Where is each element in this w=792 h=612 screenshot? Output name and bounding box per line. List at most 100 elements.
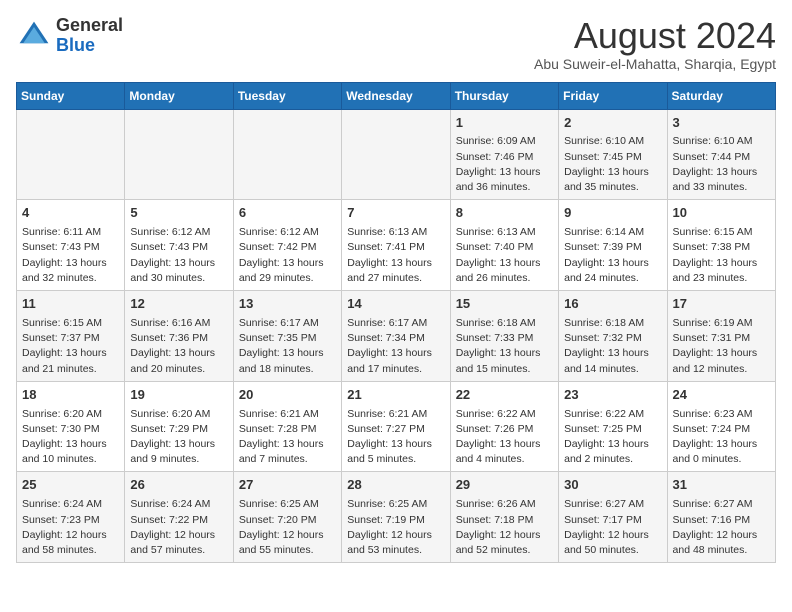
day-number: 12 bbox=[130, 295, 227, 314]
day-cell: 29 Sunrise: 6:26 AMSunset: 7:18 PMDayligh… bbox=[450, 472, 558, 563]
day-number: 23 bbox=[564, 386, 661, 405]
day-number: 3 bbox=[673, 114, 770, 133]
day-number: 26 bbox=[130, 476, 227, 495]
day-number: 14 bbox=[347, 295, 444, 314]
location-title: Abu Suweir-el-Mahatta, Sharqia, Egypt bbox=[534, 56, 776, 72]
day-cell: 11 Sunrise: 6:15 AMSunset: 7:37 PMDayligh… bbox=[17, 291, 125, 382]
day-number: 10 bbox=[673, 204, 770, 223]
day-cell: 6Sunrise: 6:12 AMSunset: 7:42 PMDaylight… bbox=[233, 200, 341, 291]
day-cell: 12 Sunrise: 6:16 AMSunset: 7:36 PMDayligh… bbox=[125, 291, 233, 382]
day-number: 1 bbox=[456, 114, 553, 133]
week-row-1: 1Sunrise: 6:09 AMSunset: 7:46 PMDaylight… bbox=[17, 109, 776, 200]
day-number: 2 bbox=[564, 114, 661, 133]
day-cell: 22Sunrise: 6:22 AMSunset: 7:26 PMDayligh… bbox=[450, 381, 558, 472]
days-header-row: SundayMondayTuesdayWednesdayThursdayFrid… bbox=[17, 82, 776, 109]
day-info: Sunrise: 6:15 AMSunset: 7:38 PMDaylight:… bbox=[673, 225, 770, 286]
day-cell: 17 Sunrise: 6:19 AMSunset: 7:31 PMDayligh… bbox=[667, 291, 775, 382]
day-number: 22 bbox=[456, 386, 553, 405]
day-cell: 15Sunrise: 6:18 AMSunset: 7:33 PMDayligh… bbox=[450, 291, 558, 382]
day-info: Sunrise: 6:17 AMSunset: 7:34 PMDaylight:… bbox=[347, 316, 444, 377]
day-info: Sunrise: 6:18 AMSunset: 7:33 PMDaylight:… bbox=[456, 316, 553, 377]
day-info: Sunrise: 6:21 AMSunset: 7:27 PMDaylight:… bbox=[347, 407, 444, 468]
day-number: 24 bbox=[673, 386, 770, 405]
day-cell: 27 Sunrise: 6:25 AMSunset: 7:20 PMDayligh… bbox=[233, 472, 341, 563]
day-cell: 30Sunrise: 6:27 AMSunset: 7:17 PMDayligh… bbox=[559, 472, 667, 563]
day-number: 25 bbox=[22, 476, 119, 495]
day-number: 16 bbox=[564, 295, 661, 314]
day-info: Sunrise: 6:24 AMSunset: 7:22 PMDaylight:… bbox=[130, 497, 227, 558]
day-info: Sunrise: 6:17 AMSunset: 7:35 PMDaylight:… bbox=[239, 316, 336, 377]
day-info: Sunrise: 6:13 AMSunset: 7:40 PMDaylight:… bbox=[456, 225, 553, 286]
day-cell bbox=[125, 109, 233, 200]
day-cell: 2Sunrise: 6:10 AMSunset: 7:45 PMDaylight… bbox=[559, 109, 667, 200]
day-cell: 13 Sunrise: 6:17 AMSunset: 7:35 PMDayligh… bbox=[233, 291, 341, 382]
day-number: 17 bbox=[673, 295, 770, 314]
day-number: 13 bbox=[239, 295, 336, 314]
day-number: 4 bbox=[22, 204, 119, 223]
day-cell: 28 Sunrise: 6:25 AMSunset: 7:19 PMDayligh… bbox=[342, 472, 450, 563]
day-info: Sunrise: 6:25 AMSunset: 7:19 PMDaylight:… bbox=[347, 497, 444, 558]
day-number: 28 bbox=[347, 476, 444, 495]
day-cell: 4 Sunrise: 6:11 AMSunset: 7:43 PMDaylight… bbox=[17, 200, 125, 291]
day-number: 19 bbox=[130, 386, 227, 405]
logo-icon bbox=[16, 18, 52, 54]
day-info: Sunrise: 6:11 AMSunset: 7:43 PMDaylight:… bbox=[22, 225, 119, 286]
calendar-table: SundayMondayTuesdayWednesdayThursdayFrid… bbox=[16, 82, 776, 564]
day-number: 18 bbox=[22, 386, 119, 405]
logo: General Blue bbox=[16, 16, 123, 56]
day-cell: 10 Sunrise: 6:15 AMSunset: 7:38 PMDayligh… bbox=[667, 200, 775, 291]
day-number: 11 bbox=[22, 295, 119, 314]
day-cell: 21Sunrise: 6:21 AMSunset: 7:27 PMDayligh… bbox=[342, 381, 450, 472]
day-info: Sunrise: 6:23 AMSunset: 7:24 PMDaylight:… bbox=[673, 407, 770, 468]
day-info: Sunrise: 6:09 AMSunset: 7:46 PMDaylight:… bbox=[456, 134, 553, 195]
day-info: Sunrise: 6:26 AMSunset: 7:18 PMDaylight:… bbox=[456, 497, 553, 558]
day-info: Sunrise: 6:15 AMSunset: 7:37 PMDaylight:… bbox=[22, 316, 119, 377]
day-info: Sunrise: 6:13 AMSunset: 7:41 PMDaylight:… bbox=[347, 225, 444, 286]
day-info: Sunrise: 6:18 AMSunset: 7:32 PMDaylight:… bbox=[564, 316, 661, 377]
day-cell: 7 Sunrise: 6:13 AMSunset: 7:41 PMDaylight… bbox=[342, 200, 450, 291]
day-info: Sunrise: 6:20 AMSunset: 7:29 PMDaylight:… bbox=[130, 407, 227, 468]
day-number: 31 bbox=[673, 476, 770, 495]
day-number: 6 bbox=[239, 204, 336, 223]
day-number: 20 bbox=[239, 386, 336, 405]
day-cell: 5 Sunrise: 6:12 AMSunset: 7:43 PMDaylight… bbox=[125, 200, 233, 291]
day-cell: 19 Sunrise: 6:20 AMSunset: 7:29 PMDayligh… bbox=[125, 381, 233, 472]
day-info: Sunrise: 6:21 AMSunset: 7:28 PMDaylight:… bbox=[239, 407, 336, 468]
logo-general: General bbox=[56, 15, 123, 35]
day-info: Sunrise: 6:20 AMSunset: 7:30 PMDaylight:… bbox=[22, 407, 119, 468]
week-row-4: 18 Sunrise: 6:20 AMSunset: 7:30 PMDayligh… bbox=[17, 381, 776, 472]
day-cell: 24 Sunrise: 6:23 AMSunset: 7:24 PMDayligh… bbox=[667, 381, 775, 472]
day-header-thursday: Thursday bbox=[450, 82, 558, 109]
day-info: Sunrise: 6:25 AMSunset: 7:20 PMDaylight:… bbox=[239, 497, 336, 558]
header: General Blue August 2024 Abu Suweir-el-M… bbox=[16, 16, 776, 72]
day-cell: 18 Sunrise: 6:20 AMSunset: 7:30 PMDayligh… bbox=[17, 381, 125, 472]
day-number: 29 bbox=[456, 476, 553, 495]
day-info: Sunrise: 6:27 AMSunset: 7:16 PMDaylight:… bbox=[673, 497, 770, 558]
week-row-3: 11 Sunrise: 6:15 AMSunset: 7:37 PMDayligh… bbox=[17, 291, 776, 382]
day-header-friday: Friday bbox=[559, 82, 667, 109]
title-area: August 2024 Abu Suweir-el-Mahatta, Sharq… bbox=[534, 16, 776, 72]
day-cell bbox=[233, 109, 341, 200]
day-info: Sunrise: 6:19 AMSunset: 7:31 PMDaylight:… bbox=[673, 316, 770, 377]
day-header-tuesday: Tuesday bbox=[233, 82, 341, 109]
day-number: 5 bbox=[130, 204, 227, 223]
day-cell: 26 Sunrise: 6:24 AMSunset: 7:22 PMDayligh… bbox=[125, 472, 233, 563]
week-row-2: 4 Sunrise: 6:11 AMSunset: 7:43 PMDaylight… bbox=[17, 200, 776, 291]
week-row-5: 25Sunrise: 6:24 AMSunset: 7:23 PMDayligh… bbox=[17, 472, 776, 563]
day-header-sunday: Sunday bbox=[17, 82, 125, 109]
day-number: 9 bbox=[564, 204, 661, 223]
day-info: Sunrise: 6:22 AMSunset: 7:25 PMDaylight:… bbox=[564, 407, 661, 468]
day-cell: 8 Sunrise: 6:13 AMSunset: 7:40 PMDaylight… bbox=[450, 200, 558, 291]
day-header-saturday: Saturday bbox=[667, 82, 775, 109]
logo-blue: Blue bbox=[56, 35, 95, 55]
day-info: Sunrise: 6:16 AMSunset: 7:36 PMDaylight:… bbox=[130, 316, 227, 377]
day-info: Sunrise: 6:12 AMSunset: 7:43 PMDaylight:… bbox=[130, 225, 227, 286]
day-number: 7 bbox=[347, 204, 444, 223]
day-number: 8 bbox=[456, 204, 553, 223]
day-cell: 25Sunrise: 6:24 AMSunset: 7:23 PMDayligh… bbox=[17, 472, 125, 563]
day-cell: 1Sunrise: 6:09 AMSunset: 7:46 PMDaylight… bbox=[450, 109, 558, 200]
day-number: 27 bbox=[239, 476, 336, 495]
month-title: August 2024 bbox=[534, 16, 776, 56]
day-cell bbox=[17, 109, 125, 200]
day-cell: 23 Sunrise: 6:22 AMSunset: 7:25 PMDayligh… bbox=[559, 381, 667, 472]
